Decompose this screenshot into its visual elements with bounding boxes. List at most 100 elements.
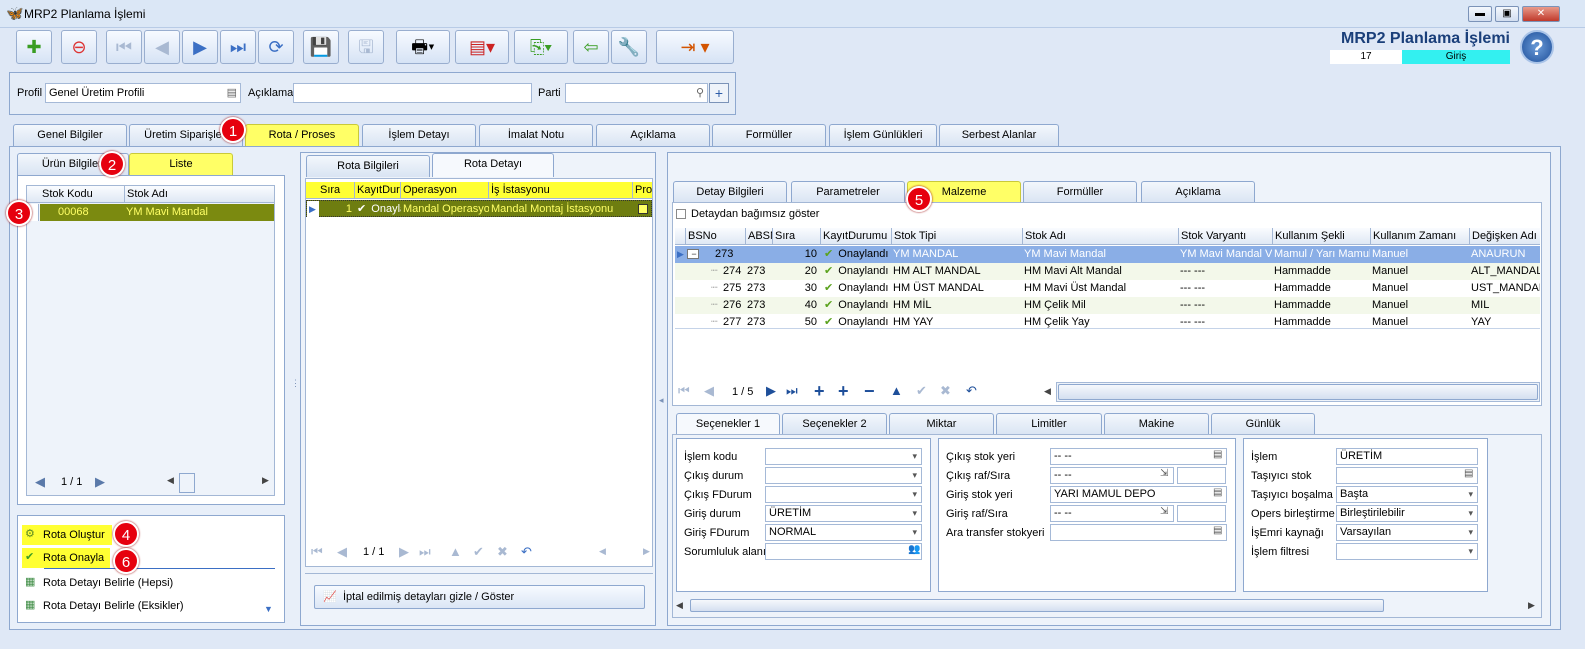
pro-checkbox[interactable] bbox=[638, 204, 648, 214]
col2-extra-field-1[interactable] bbox=[1177, 467, 1226, 484]
minimize-button[interactable]: ▬ bbox=[1468, 6, 1492, 22]
bottom-scrollbar[interactable]: ◀ ▶ bbox=[676, 598, 1538, 614]
col3-field-1[interactable] bbox=[1336, 467, 1478, 484]
col3-field-5[interactable] bbox=[1336, 543, 1478, 560]
last-page-icon[interactable]: ⏭ bbox=[419, 544, 431, 560]
cancel-icon[interactable]: ✖ bbox=[497, 544, 508, 560]
scroll-left-icon[interactable]: ◀ bbox=[167, 475, 174, 486]
table-row[interactable]: ┈ 274 273 20 ✔ Onaylandı HM ALT MANDAL HM Mavi… bbox=[675, 263, 1540, 280]
prev-page-icon[interactable]: ◀ bbox=[704, 383, 714, 399]
tab-sub-1[interactable]: Seçenekler 2 bbox=[782, 413, 887, 435]
tab-main-8[interactable]: Serbest Alanlar bbox=[939, 124, 1059, 146]
tab-main-4[interactable]: İmalat Notu bbox=[479, 124, 593, 146]
tab-sub-4[interactable]: Makine bbox=[1104, 413, 1209, 435]
col2-field-4[interactable] bbox=[1050, 524, 1227, 541]
save-close-icon[interactable]: 🖫 bbox=[348, 30, 384, 64]
col-stok-kodu[interactable]: Stok Kodu bbox=[40, 186, 93, 202]
col2-field-0[interactable]: -- -- bbox=[1050, 448, 1227, 465]
scroll-thumb[interactable] bbox=[1058, 384, 1538, 400]
col3-field-2[interactable]: Başta bbox=[1336, 486, 1478, 503]
col-pro[interactable]: Pro bbox=[632, 182, 652, 198]
add-icon[interactable]: + bbox=[814, 381, 825, 402]
remove-icon[interactable]: − bbox=[864, 381, 875, 402]
new-document-icon[interactable]: ✚ bbox=[16, 30, 52, 64]
col3-field-4[interactable]: Varsayılan bbox=[1336, 524, 1478, 541]
tab-main-5[interactable]: Açıklama bbox=[596, 124, 710, 146]
first-record-icon[interactable]: ⏮ bbox=[106, 30, 142, 64]
copy-icon[interactable]: ⎘▾ bbox=[514, 30, 568, 64]
col-ad[interactable]: Stok Adı bbox=[1022, 228, 1178, 244]
previous-record-icon[interactable]: ◀ bbox=[144, 30, 180, 64]
scroll-thumb[interactable] bbox=[690, 599, 1384, 612]
tab-right-4[interactable]: Açıklama bbox=[1141, 181, 1255, 203]
add-parti-button[interactable]: + bbox=[709, 83, 729, 103]
next-page-icon[interactable]: ▶ bbox=[399, 544, 409, 560]
rota-olustur-action[interactable]: Rota Oluştur bbox=[43, 529, 105, 541]
prev-page-icon[interactable]: ◀ bbox=[337, 544, 347, 560]
tab-right-3[interactable]: Formüller bbox=[1023, 181, 1137, 203]
next-page-icon[interactable]: ▶ bbox=[766, 383, 776, 399]
col-sira[interactable]: Sıra bbox=[318, 182, 354, 198]
list-icon[interactable]: ▤ bbox=[1213, 525, 1222, 536]
list-icon[interactable]: ▤ bbox=[1213, 487, 1222, 498]
shelf-icon[interactable]: ⇲ bbox=[1160, 468, 1168, 479]
col-is-istasyonu[interactable]: İş İstasyonu bbox=[488, 182, 632, 198]
col-bs[interactable]: BSNo bbox=[685, 228, 745, 244]
undo-icon[interactable]: ↶ bbox=[966, 383, 977, 399]
move-up-icon[interactable]: ▲ bbox=[449, 544, 462, 559]
col-sekil[interactable]: Kullanım Şekli bbox=[1272, 228, 1370, 244]
col-tip[interactable]: Stok Tipi bbox=[891, 228, 1022, 244]
col1-field-0[interactable] bbox=[765, 448, 922, 465]
tab-main-2[interactable]: Rota / Proses bbox=[245, 124, 359, 146]
aciklama-field[interactable] bbox=[293, 83, 532, 103]
scroll-thumb[interactable] bbox=[179, 473, 195, 493]
help-icon[interactable]: ? bbox=[1520, 30, 1554, 64]
scroll-right-icon[interactable]: ▶ bbox=[643, 546, 650, 557]
tab-main-0[interactable]: Genel Bilgiler bbox=[13, 124, 127, 146]
col2-field-2[interactable]: YARI MAMUL DEPO bbox=[1050, 486, 1227, 503]
col-operasyon[interactable]: Operasyon bbox=[400, 182, 488, 198]
approve-icon[interactable]: ✔ bbox=[473, 544, 484, 560]
shelf-icon[interactable]: ⇲ bbox=[1160, 506, 1168, 517]
detaydan-bagimsiz-checkbox[interactable] bbox=[676, 209, 686, 219]
next-page-icon[interactable]: ▶ bbox=[95, 474, 105, 490]
col2-extra-field-3[interactable] bbox=[1177, 505, 1226, 522]
move-up-icon[interactable]: ▲ bbox=[890, 383, 903, 398]
splitter-handle-2[interactable]: ◂ bbox=[659, 395, 664, 406]
col1-field-3[interactable]: ÜRETİM bbox=[765, 505, 922, 522]
add-child-icon[interactable]: + bbox=[838, 381, 849, 402]
delete-document-icon[interactable]: ⊖ bbox=[61, 30, 97, 64]
col-var[interactable]: Stok Varyantı bbox=[1178, 228, 1272, 244]
cancel-icon[interactable]: ✖ bbox=[940, 383, 951, 399]
tab-sub-3[interactable]: Limitler bbox=[996, 413, 1102, 435]
pdf-export-icon[interactable]: ▤▾ bbox=[455, 30, 509, 64]
col1-field-1[interactable] bbox=[765, 467, 922, 484]
tab-sub-2[interactable]: Miktar bbox=[889, 413, 994, 435]
scroll-left-icon[interactable]: ◀ bbox=[599, 546, 606, 557]
col-kayit-durumu[interactable]: KayıtDurumu bbox=[354, 182, 400, 198]
tab-right-1[interactable]: Parametreler bbox=[791, 181, 905, 203]
col1-field-4[interactable]: NORMAL bbox=[765, 524, 922, 541]
approve-icon[interactable]: ✔ bbox=[916, 383, 927, 399]
exit-icon[interactable]: ⇥ ▾ bbox=[656, 30, 734, 64]
col-stok-adi[interactable]: Stok Adı bbox=[124, 186, 168, 202]
close-button[interactable]: ✕ bbox=[1522, 6, 1560, 22]
tab-main-6[interactable]: Formüller bbox=[712, 124, 826, 146]
last-page-icon[interactable]: ⏭ bbox=[786, 383, 798, 399]
import-icon[interactable]: ⇦ bbox=[573, 30, 609, 64]
col-sira[interactable]: Sıra bbox=[772, 228, 820, 244]
last-record-icon[interactable]: ⏭ bbox=[220, 30, 256, 64]
table-row[interactable]: ▶ − 273 10 ✔ Onaylandı YM MANDAL YM Mavi Manda… bbox=[675, 246, 1540, 263]
collapse-icon[interactable]: − bbox=[687, 249, 699, 259]
first-page-icon[interactable]: ⏮ bbox=[311, 544, 323, 560]
table-row[interactable]: ┈ 277 273 50 ✔ Onaylandı HM YAY HM Çelik Yay --… bbox=[675, 314, 1540, 328]
scroll-left-icon[interactable]: ◀ bbox=[1044, 386, 1051, 397]
col1-field-5[interactable] bbox=[765, 543, 922, 560]
next-record-icon[interactable]: ▶ bbox=[182, 30, 218, 64]
scroll-left-icon[interactable]: ◀ bbox=[676, 600, 683, 611]
tab-right-0[interactable]: Detay Bilgileri bbox=[673, 181, 787, 203]
col-durum[interactable]: KayıtDurumu bbox=[820, 228, 891, 244]
toggle-cancelled-button[interactable]: 📈 İptal edilmiş detayları gizle / Göster bbox=[314, 585, 645, 609]
settings-tool-icon[interactable]: 🔧 bbox=[611, 30, 647, 64]
refresh-icon[interactable]: ⟳ bbox=[258, 30, 294, 64]
